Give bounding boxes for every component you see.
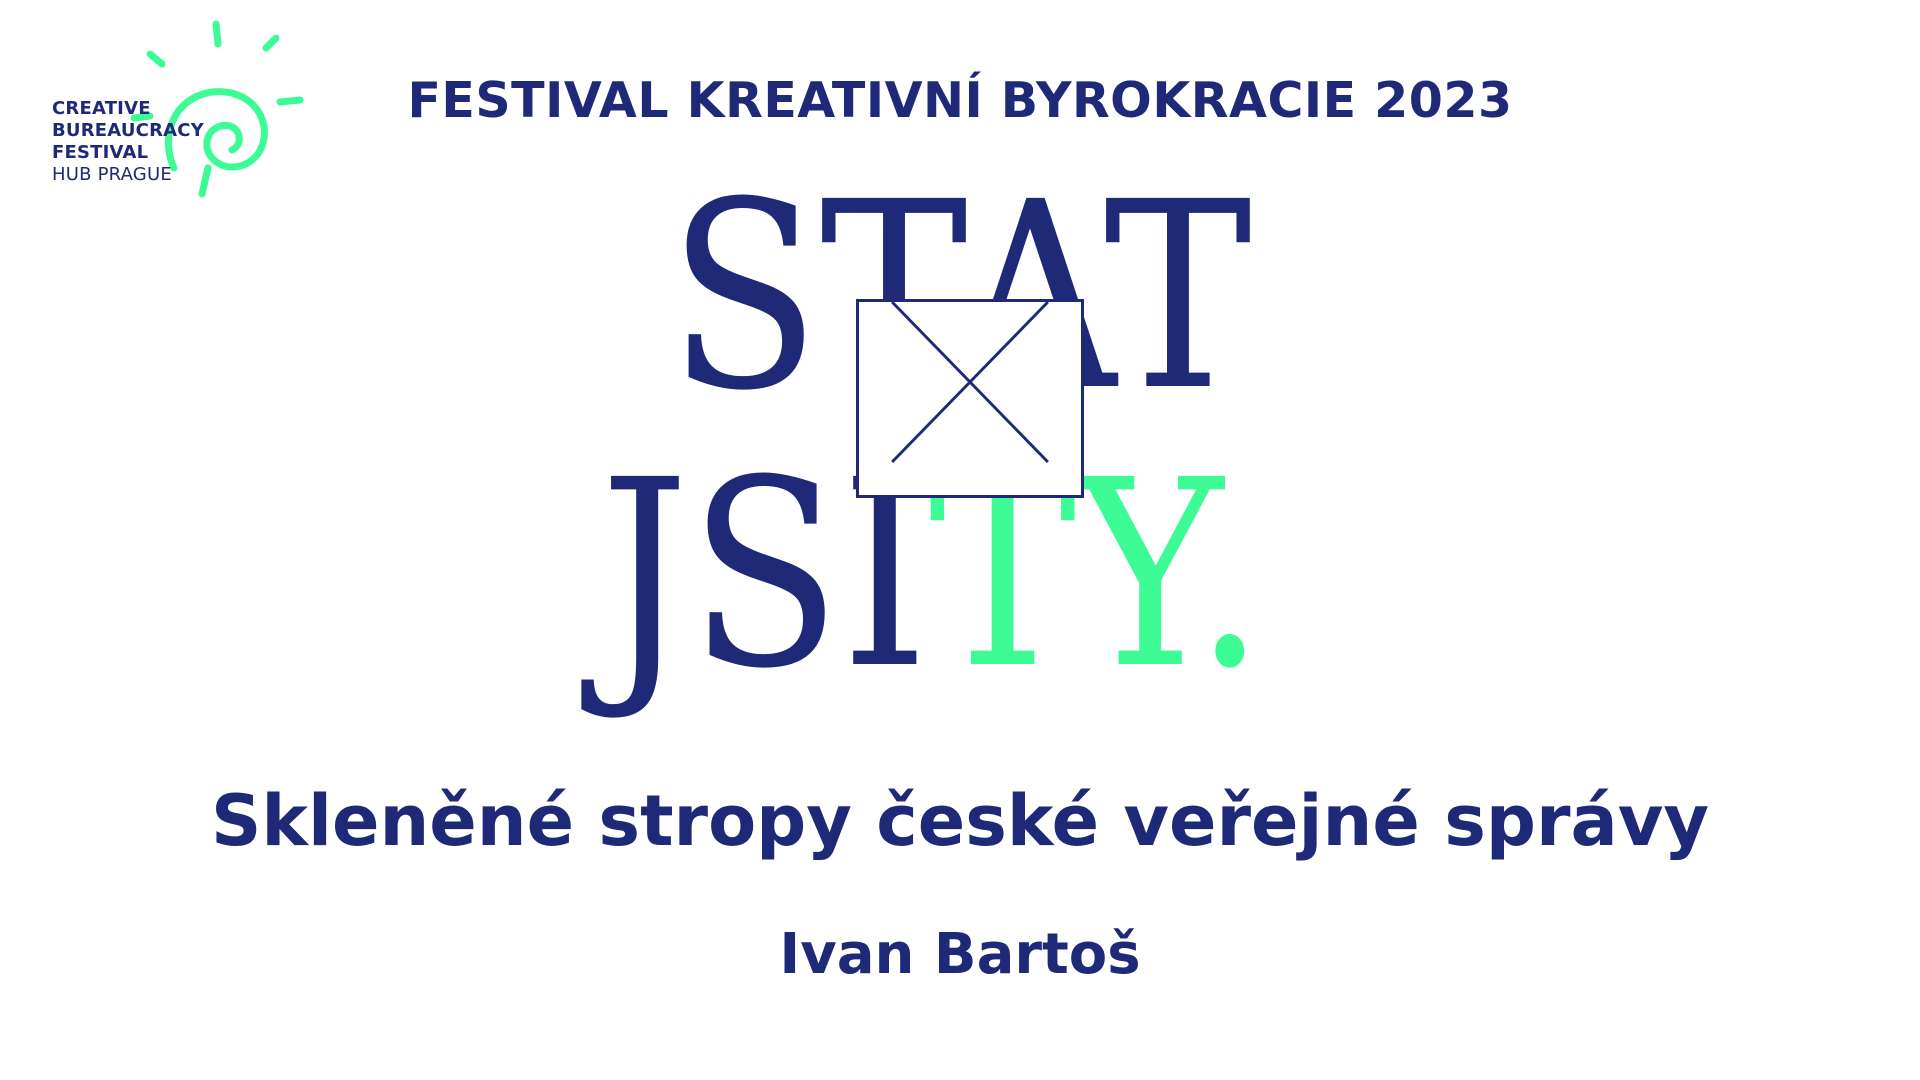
ballot-box-x-icon xyxy=(856,299,1084,498)
talk-title: Skleněné stropy české veřejné správy xyxy=(211,780,1709,862)
stat-jsi-ty-wordmark: STAT JSITY. xyxy=(0,0,1920,704)
speaker-name: Ivan Bartoš xyxy=(779,922,1141,987)
